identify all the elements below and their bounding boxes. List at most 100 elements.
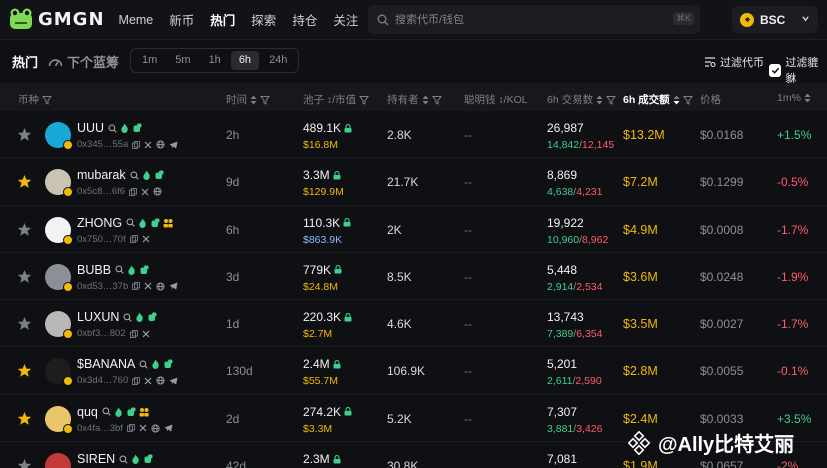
token-name[interactable]: mubarak — [77, 168, 167, 182]
search-small-icon[interactable] — [119, 455, 128, 464]
telegram-icon[interactable] — [169, 377, 178, 385]
nav-trending[interactable]: 热门 — [210, 10, 235, 29]
x-twitter-icon[interactable] — [144, 282, 152, 290]
col-smart-kol[interactable]: 聪明钱 ↕/KOL — [464, 92, 528, 107]
col-liquidity-mcap[interactable]: 池子 ↕/市值 — [303, 92, 370, 107]
token-name[interactable]: $BANANA — [77, 357, 176, 371]
token-avatar[interactable] — [45, 122, 73, 150]
nav-new[interactable]: 新币 — [169, 10, 194, 29]
token-name[interactable]: BUBB — [77, 263, 152, 277]
star-icon[interactable] — [17, 316, 32, 331]
nav-holdings[interactable]: 持仓 — [292, 10, 317, 29]
token-avatar[interactable] — [45, 453, 71, 468]
price-value: $0.0657 — [700, 459, 744, 468]
timeframe-24h[interactable]: 24h — [261, 51, 295, 70]
copy-icon[interactable] — [129, 235, 138, 244]
chain-selector[interactable]: BSC — [732, 6, 818, 33]
address-text: 0x4fa…3bf — [77, 422, 123, 434]
star-icon[interactable] — [17, 458, 32, 468]
nav-meme[interactable]: Meme — [119, 13, 154, 27]
website-icon[interactable] — [156, 376, 165, 386]
timeframe-1h[interactable]: 1h — [201, 51, 229, 70]
logo[interactable]: GMGN — [8, 7, 105, 33]
table-row[interactable]: LUXUN 0xbf3…802 1d 220.3K $2.7M 4.6K -- … — [0, 300, 827, 348]
search-small-icon[interactable] — [102, 407, 111, 416]
nav-follow[interactable]: 关注 — [333, 10, 358, 29]
star-icon[interactable] — [17, 222, 32, 237]
search-input[interactable] — [395, 13, 665, 26]
token-avatar[interactable] — [45, 216, 73, 245]
token-avatar[interactable] — [45, 311, 73, 340]
col-token[interactable]: 币种 — [18, 92, 52, 107]
copy-icon[interactable] — [129, 329, 138, 338]
group-icon — [163, 218, 173, 228]
star-icon[interactable] — [17, 269, 32, 284]
tab-hot[interactable]: 热门 — [12, 52, 38, 71]
website-icon[interactable] — [151, 424, 160, 433]
x-twitter-icon[interactable] — [142, 330, 150, 338]
filter-tokens-button[interactable]: 过滤代币 — [704, 54, 764, 70]
search-small-icon[interactable] — [115, 265, 124, 275]
copy-icon[interactable] — [132, 140, 141, 149]
copy-icon[interactable] — [126, 424, 135, 433]
star-icon[interactable] — [17, 174, 32, 189]
token-symbol: UUU — [77, 121, 105, 135]
search-small-icon[interactable] — [108, 123, 117, 133]
copy-icon[interactable] — [129, 187, 138, 196]
token-name[interactable]: LUXUN — [77, 310, 160, 324]
x-twitter-icon[interactable] — [142, 235, 150, 243]
x-twitter-icon[interactable] — [144, 377, 152, 385]
tab-next-bluechip[interactable]: 下个蓝筹 — [48, 52, 119, 71]
col-price[interactable]: 价格 — [700, 92, 721, 107]
token-name[interactable]: quq — [77, 405, 152, 419]
search-small-icon[interactable] — [123, 313, 133, 322]
telegram-icon[interactable] — [169, 282, 178, 290]
col-change[interactable]: 1m% — [777, 92, 811, 104]
search-small-icon[interactable] — [130, 171, 139, 180]
star-icon[interactable] — [17, 363, 32, 378]
table-row[interactable]: BUBB 0xd53…37b 3d 779K $24.8M 8.5K -- 5,… — [0, 253, 827, 301]
token-symbol: SIREN — [77, 452, 116, 467]
nav-explore[interactable]: 探索 — [251, 10, 276, 29]
token-avatar[interactable] — [45, 358, 73, 387]
search-small-icon[interactable] — [139, 360, 148, 369]
telegram-icon[interactable] — [169, 140, 178, 149]
token-name[interactable]: ZHONG — [77, 216, 176, 230]
col-holders[interactable]: 持有者 — [387, 92, 442, 107]
timeframe-5m[interactable]: 5m — [167, 51, 198, 70]
x-twitter-icon[interactable] — [144, 141, 152, 149]
price-value: $0.0248 — [700, 269, 744, 284]
market-cap-value: $55.7M — [303, 375, 339, 388]
star-icon[interactable] — [17, 411, 32, 426]
timeframe-6h[interactable]: 6h — [230, 51, 260, 70]
star-icon[interactable] — [17, 127, 32, 142]
token-avatar[interactable] — [45, 405, 73, 434]
chain-badge-icon — [63, 234, 73, 245]
table-row[interactable]: mubarak 0x5c8…6f6 9d 3.3M $129.9M 21.7K … — [0, 158, 827, 206]
website-icon[interactable] — [156, 282, 165, 291]
col-txs[interactable]: 6h 交易数 — [547, 92, 617, 107]
website-icon[interactable] — [156, 140, 165, 149]
token-avatar[interactable] — [45, 263, 73, 292]
chain-badge-icon — [63, 140, 73, 150]
copy-icon[interactable] — [132, 376, 141, 385]
timeframe-1m[interactable]: 1m — [134, 51, 165, 70]
copy-icon[interactable] — [132, 282, 141, 291]
search-box[interactable]: ⌘K — [368, 5, 700, 34]
table-row[interactable]: UUU 0x345…55a 2h 489.1K $16.8M 2.8K -- 2… — [0, 111, 827, 159]
token-name[interactable]: UUU — [77, 121, 145, 135]
telegram-icon[interactable] — [164, 424, 173, 432]
filter-honeypot-checkbox[interactable]: 过滤貔貅 — [769, 54, 827, 86]
table-row[interactable]: ZHONG 0x750…70f 6h 110.3K $863.9K 2K -- … — [0, 206, 827, 253]
token-name[interactable]: SIREN — [77, 452, 156, 466]
token-avatar[interactable] — [45, 169, 73, 198]
table-row[interactable]: $BANANA 0x3d4…760 130d 2.4M $55.7M 106.9… — [0, 347, 827, 395]
x-twitter-icon[interactable] — [139, 424, 147, 432]
search-small-icon[interactable] — [126, 218, 135, 227]
col-volume[interactable]: 6h 成交额 — [623, 92, 693, 107]
volume-value: $2.8M — [623, 364, 658, 379]
x-twitter-icon[interactable] — [141, 188, 149, 196]
website-icon[interactable] — [153, 187, 162, 196]
col-age[interactable]: 时间 — [226, 92, 270, 107]
buys-sells: 4,638/4,231 — [547, 186, 603, 199]
